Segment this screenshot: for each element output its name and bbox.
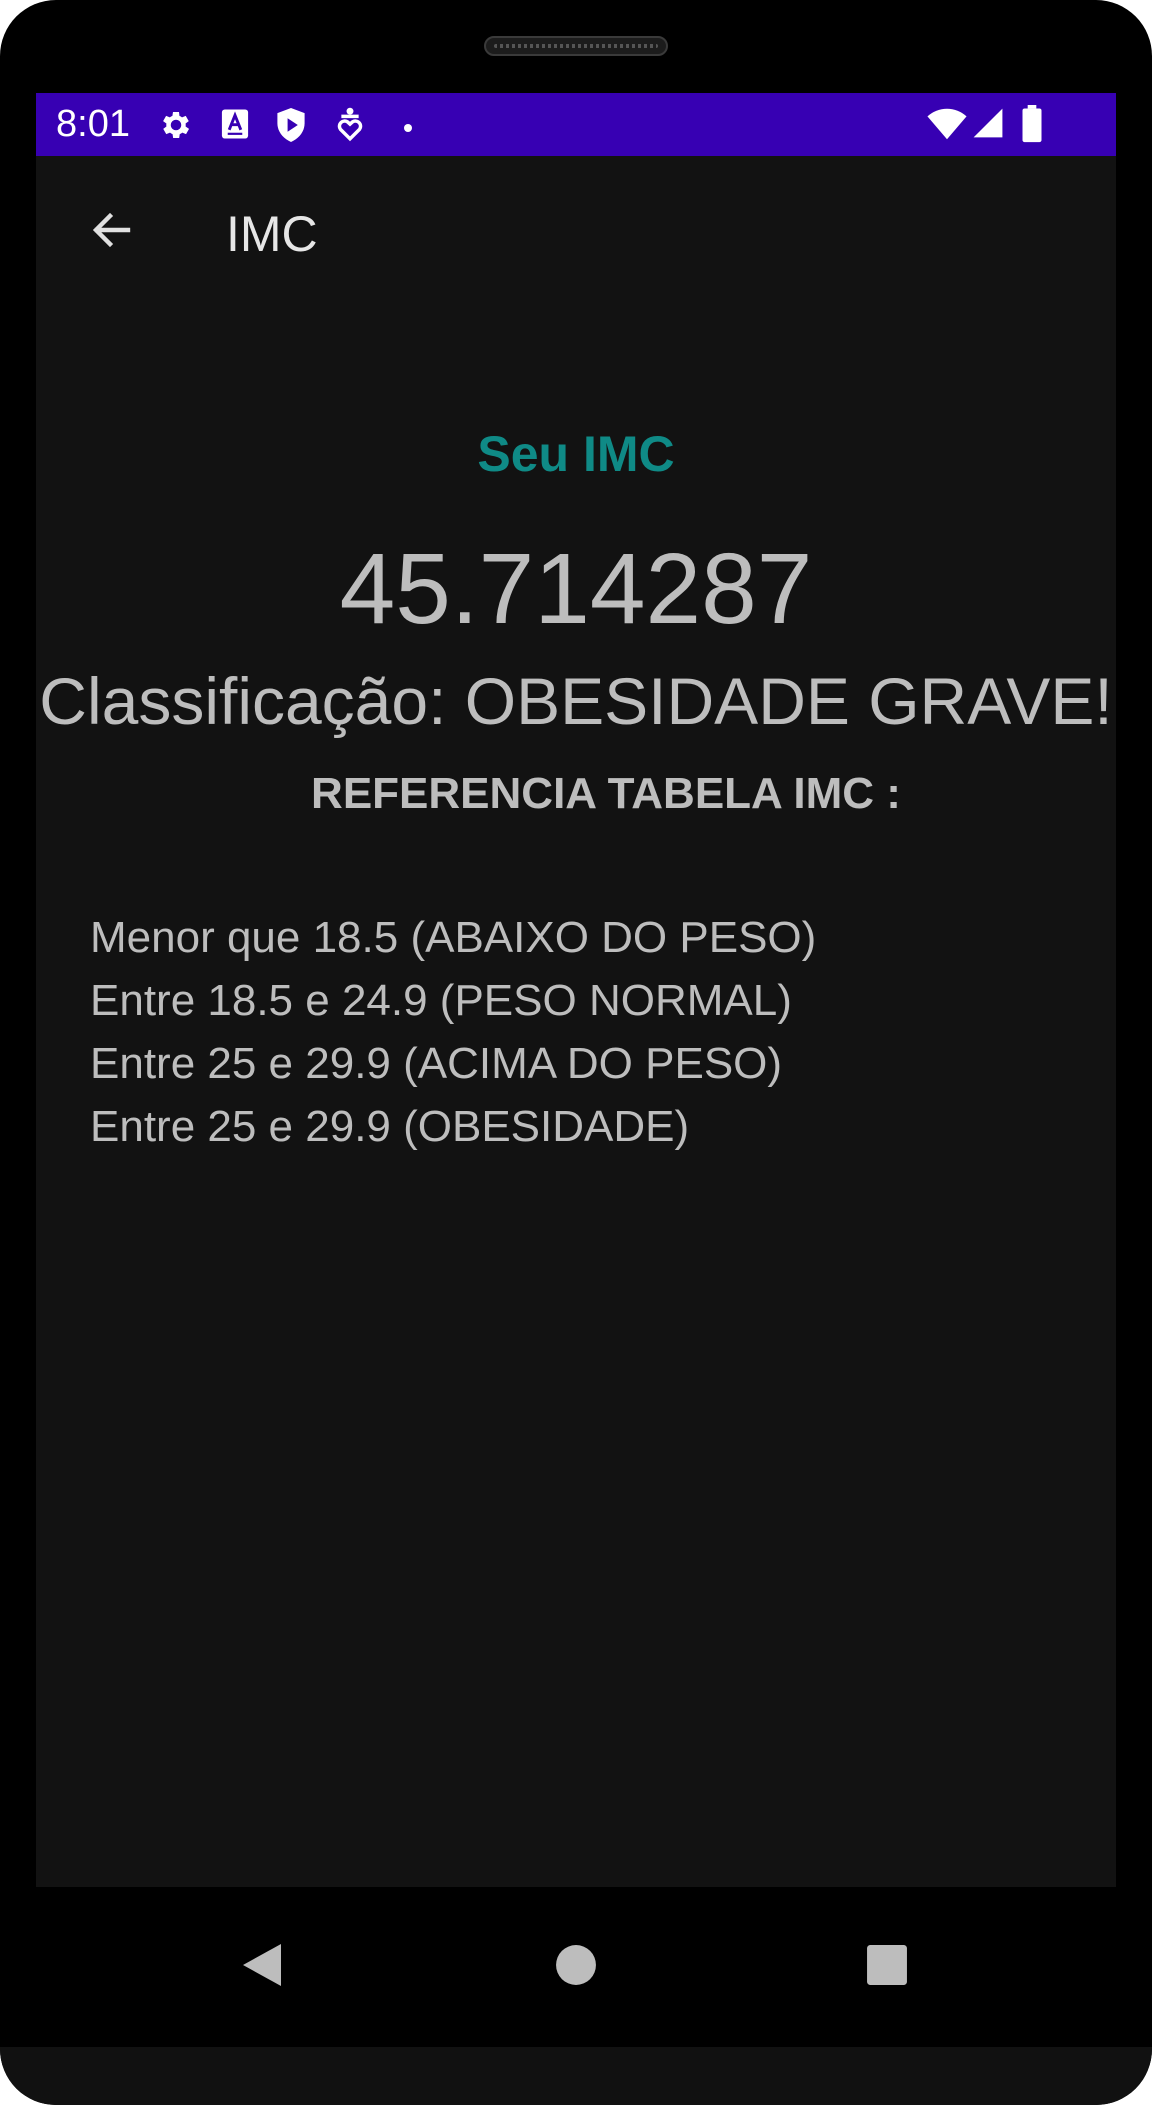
battery-icon <box>1021 105 1043 148</box>
nav-home-button[interactable] <box>536 1927 616 2007</box>
recents-square-icon <box>866 1944 908 1991</box>
accessibility-heart-icon <box>336 106 364 149</box>
reference-list: Menor que 18.5 (ABAIXO DO PESO) Entre 18… <box>90 906 816 1158</box>
speaker-grill <box>494 44 658 48</box>
bmi-value: 45.714287 <box>339 533 813 645</box>
back-button[interactable] <box>76 196 148 268</box>
navigation-bar <box>0 1887 1152 2047</box>
device-frame: 8:01 IMC Seu IMC 45.714287 Classificação… <box>0 0 1152 2105</box>
cell-signal-icon <box>972 107 1004 144</box>
nav-recents-button[interactable] <box>847 1927 927 2007</box>
device-chin <box>0 2047 1152 2105</box>
arrow-left-icon <box>88 206 136 259</box>
back-triangle-icon <box>241 1942 283 1993</box>
reference-item: Menor que 18.5 (ABAIXO DO PESO) <box>90 913 817 962</box>
reference-item: Entre 18.5 e 24.9 (PESO NORMAL) <box>90 976 792 1025</box>
app-title: IMC <box>226 206 318 262</box>
classification-text: Classificação: OBESIDADE GRAVE! <box>39 664 1113 738</box>
reference-item: Entre 25 e 29.9 (ACIMA DO PESO) <box>90 1039 783 1088</box>
earpiece-speaker <box>484 36 668 56</box>
reference-item: Entre 25 e 29.9 (OBESIDADE) <box>90 1102 690 1151</box>
home-circle-icon <box>555 1944 597 1991</box>
nav-back-button[interactable] <box>222 1927 302 2007</box>
text-a-icon <box>220 108 250 145</box>
notification-dot-icon <box>403 120 413 138</box>
status-time: 8:01 <box>56 103 130 145</box>
wifi-icon <box>926 107 968 146</box>
reference-title: REFERENCIA TABELA IMC : <box>311 769 901 818</box>
settings-gear-icon <box>158 107 194 148</box>
shield-play-icon <box>274 106 308 149</box>
app-bar: IMC <box>36 156 1116 306</box>
screen: 8:01 IMC Seu IMC 45.714287 Classificação… <box>36 93 1116 1887</box>
result-heading: Seu IMC <box>477 426 675 482</box>
status-bar: 8:01 <box>36 93 1116 156</box>
